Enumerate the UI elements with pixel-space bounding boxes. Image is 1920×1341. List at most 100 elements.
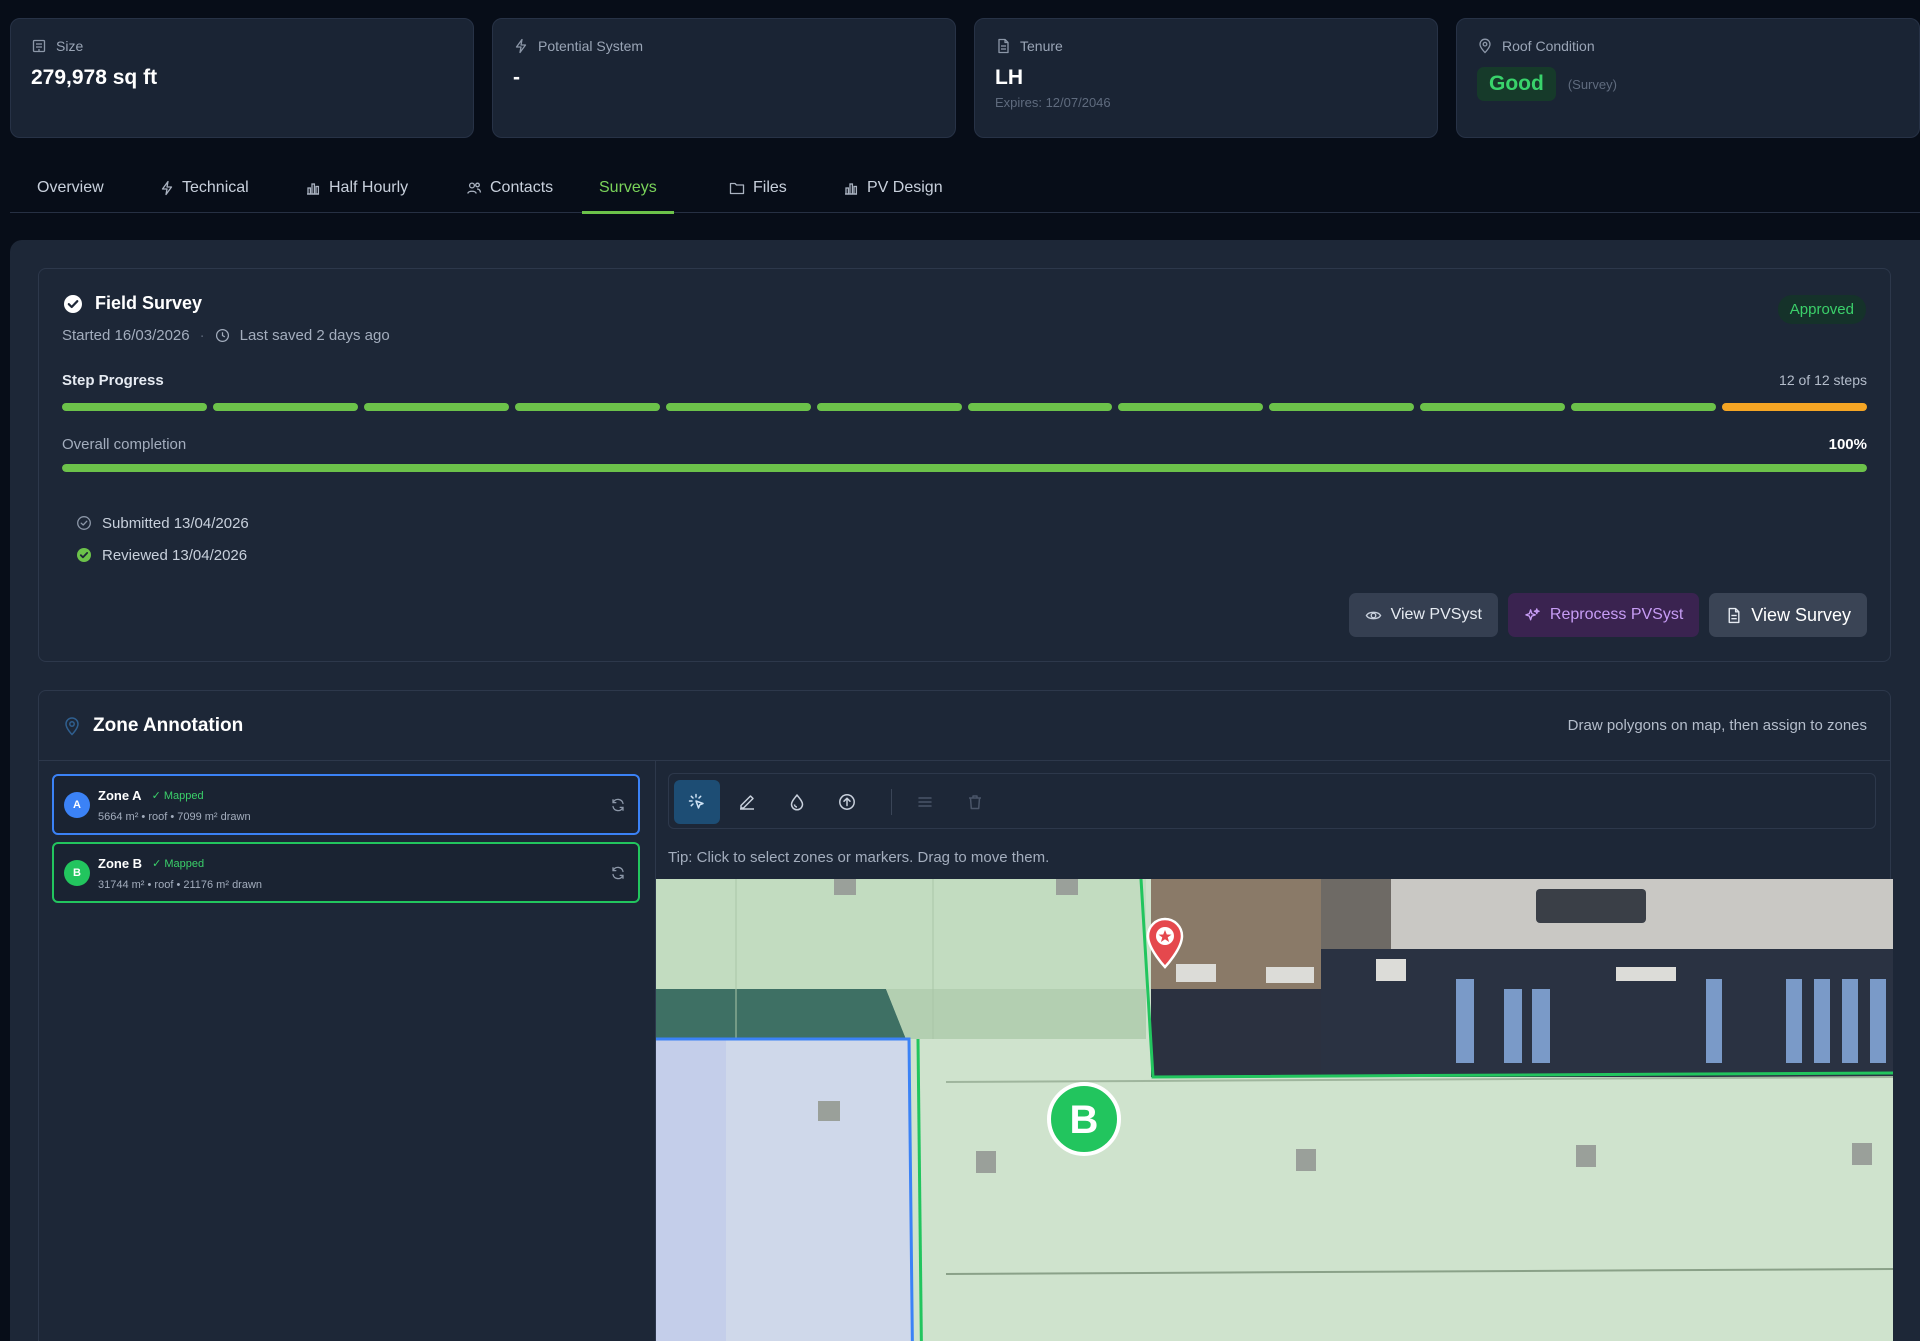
- step-progress-label: Step Progress: [62, 372, 164, 389]
- button-label: View PVSyst: [1390, 606, 1482, 623]
- draw-tool-button[interactable]: [724, 780, 770, 824]
- tab-surveys[interactable]: Surveys: [582, 162, 674, 214]
- pointer-click-icon: [687, 792, 707, 812]
- stat-value: -: [513, 66, 520, 89]
- step-segment: [1571, 403, 1717, 411]
- tab-label: Half Hourly: [329, 178, 409, 196]
- stat-label: Tenure: [1020, 38, 1063, 54]
- tab-label: Contacts: [490, 178, 554, 196]
- stat-card-potential-system: Potential System -: [492, 18, 956, 138]
- tab-half-hourly[interactable]: Half Hourly: [288, 162, 425, 213]
- map-canvas[interactable]: B A: [656, 879, 1893, 1341]
- stat-label: Potential System: [538, 38, 644, 54]
- view-survey-button[interactable]: View Survey: [1709, 593, 1867, 637]
- status-badge: Approved: [1777, 295, 1866, 324]
- list-icon: [915, 792, 935, 812]
- check-circle-icon: [63, 294, 83, 314]
- tab-pv-design[interactable]: PV Design: [826, 162, 960, 213]
- delete-tool-button[interactable]: [952, 780, 998, 824]
- timeline-label: Reviewed 13/04/2026: [102, 546, 248, 564]
- step-segment: [62, 403, 207, 411]
- stat-cards: Size 279,978 sq ft Potential System - Te…: [10, 18, 1920, 138]
- step-segment: [514, 403, 660, 411]
- refresh-icon[interactable]: [610, 797, 626, 813]
- map-toolbar: [668, 773, 1876, 829]
- overall-completion-bar: [62, 464, 1867, 472]
- stat-value: LH: [995, 66, 1023, 89]
- map-area: Tip: Click to select zones or markers. D…: [656, 761, 1893, 1341]
- button-label: View Survey: [1751, 604, 1851, 625]
- survey-title: Field Survey: [95, 293, 203, 313]
- check-circle-icon: [76, 547, 92, 563]
- step-segment: [1118, 403, 1264, 411]
- step-segment: [1269, 403, 1415, 411]
- survey-last-saved: Last saved 2 days ago: [239, 327, 390, 344]
- bolt-icon: [513, 38, 529, 54]
- zone-card-a[interactable]: A Zone A ✓ Mapped 5664 m² • roof • 7099 …: [52, 774, 640, 835]
- tenure-expiry: Expires: 12/07/2046: [995, 95, 1111, 110]
- overall-completion-label: Overall completion: [62, 436, 187, 453]
- tab-label: Files: [753, 178, 787, 196]
- tab-files[interactable]: Files: [712, 162, 804, 213]
- select-tool-button[interactable]: [674, 780, 720, 824]
- stat-card-tenure: Tenure LH Expires: 12/07/2046: [974, 18, 1438, 138]
- timeline-item: Submitted 13/04/2026: [76, 507, 249, 539]
- zone-annotation-panel: Zone Annotation Draw polygons on map, th…: [38, 690, 1893, 1341]
- zone-b-marker[interactable]: B: [1047, 1082, 1121, 1156]
- zone-annotation-hint: Draw polygons on map, then assign to zon…: [1567, 717, 1867, 734]
- contacts-icon: [466, 180, 482, 196]
- view-pvsyst-button[interactable]: View PVSyst: [1348, 593, 1498, 637]
- refresh-icon[interactable]: [610, 865, 626, 881]
- main-content: Field Survey Approved Started 16/03/2026…: [10, 240, 1920, 1341]
- zone-mapped-status: ✓ Mapped: [152, 858, 205, 870]
- bar-chart-icon: [305, 180, 321, 196]
- tab-overview[interactable]: Overview: [20, 162, 121, 213]
- map-tip: Tip: Click to select zones or markers. D…: [668, 849, 1050, 866]
- zone-name: Zone A: [98, 788, 142, 803]
- zone-meta: 31744 m² • roof • 21176 m² drawn: [98, 879, 263, 891]
- stat-value: 279,978 sq ft: [31, 66, 158, 89]
- zone-card-b[interactable]: B Zone B ✓ Mapped 31744 m² • roof • 2117…: [52, 842, 640, 903]
- tab-contacts[interactable]: Contacts: [449, 162, 570, 213]
- zone-meta: 5664 m² • roof • 7099 m² drawn: [98, 811, 251, 823]
- check-circle-outline-icon: [76, 515, 92, 531]
- stat-label: Roof Condition: [1502, 38, 1595, 54]
- zone-avatar: B: [64, 860, 90, 886]
- tab-label: Surveys: [599, 178, 657, 196]
- aerial-map[interactable]: B A: [656, 879, 1893, 1341]
- step-segment: [212, 403, 358, 411]
- zone-annotation-title: Zone Annotation: [93, 715, 244, 736]
- tab-label: PV Design: [867, 178, 943, 196]
- trash-icon: [965, 792, 985, 812]
- reprocess-pvsyst-button[interactable]: Reprocess PVSyst: [1507, 593, 1700, 637]
- list-tool-button[interactable]: [902, 780, 948, 824]
- zone-b-marker-label: B: [1070, 1098, 1099, 1142]
- document-icon: [995, 38, 1011, 54]
- step-segment: [1420, 403, 1566, 411]
- fill-tool-button[interactable]: [774, 780, 820, 824]
- roof-condition-badge: Good: [1477, 67, 1556, 101]
- sparkles-icon: [1524, 607, 1541, 624]
- step-progress-count: 12 of 12 steps: [1779, 372, 1867, 388]
- stat-label: Size: [56, 38, 84, 54]
- building-icon: [31, 38, 47, 54]
- upload-icon: [837, 792, 857, 812]
- step-progress-bar: [62, 403, 1868, 411]
- document-icon: [1725, 607, 1742, 624]
- survey-timeline: Submitted 13/04/2026 Reviewed 13/04/2026: [76, 507, 249, 571]
- tab-technical[interactable]: Technical: [143, 162, 266, 213]
- map-pin-icon: [63, 716, 81, 736]
- upload-tool-button[interactable]: [824, 780, 870, 824]
- zone-list: A Zone A ✓ Mapped 5664 m² • roof • 7099 …: [39, 761, 656, 1341]
- separator-dot: ·: [199, 327, 205, 344]
- zone-mapped-status: ✓ Mapped: [151, 790, 204, 802]
- step-segment: [363, 403, 509, 411]
- eye-icon: [1365, 607, 1382, 624]
- bolt-icon: [160, 180, 174, 196]
- step-segment: [1722, 403, 1868, 411]
- overall-completion-fill: [62, 464, 1867, 472]
- step-segment: [967, 403, 1113, 411]
- zone-avatar: A: [64, 792, 90, 818]
- paint-drop-icon: [787, 792, 807, 812]
- overall-completion-value: 100%: [1828, 436, 1867, 453]
